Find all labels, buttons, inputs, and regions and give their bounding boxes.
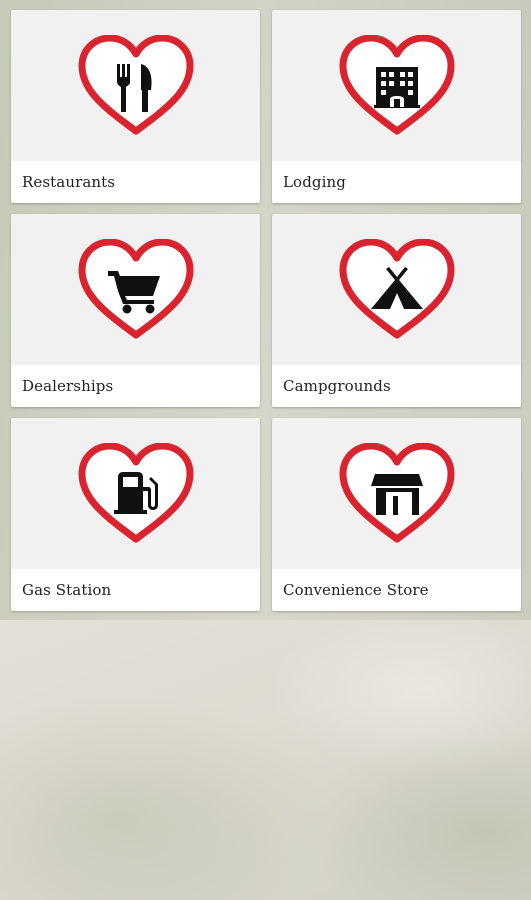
category-tile-convenience-store[interactable]: Convenience Store bbox=[272, 418, 521, 611]
category-grid: Restaurants Lodging Dealerships Campgrou… bbox=[11, 10, 521, 611]
tile-art bbox=[11, 10, 260, 161]
tile-art bbox=[11, 418, 260, 569]
category-label: Campgrounds bbox=[272, 365, 521, 407]
category-tile-lodging[interactable]: Lodging bbox=[272, 10, 521, 203]
category-tile-gas-station[interactable]: Gas Station bbox=[11, 418, 260, 611]
category-label: Dealerships bbox=[11, 365, 260, 407]
heart-icon bbox=[78, 34, 193, 134]
heart-icon bbox=[78, 238, 193, 338]
tile-art bbox=[11, 214, 260, 365]
hotel-icon bbox=[373, 66, 420, 108]
heart-icon bbox=[339, 442, 454, 542]
category-label: Restaurants bbox=[11, 161, 260, 203]
category-label: Lodging bbox=[272, 161, 521, 203]
category-tile-restaurants[interactable]: Restaurants bbox=[11, 10, 260, 203]
category-tile-campgrounds[interactable]: Campgrounds bbox=[272, 214, 521, 407]
heart-icon bbox=[78, 442, 193, 542]
tile-art bbox=[272, 418, 521, 569]
tile-art bbox=[272, 214, 521, 365]
category-tile-dealerships[interactable]: Dealerships bbox=[11, 214, 260, 407]
category-label: Convenience Store bbox=[272, 569, 521, 611]
heart-icon bbox=[339, 34, 454, 134]
category-label: Gas Station bbox=[11, 569, 260, 611]
heart-icon bbox=[339, 238, 454, 338]
tile-art bbox=[272, 10, 521, 161]
